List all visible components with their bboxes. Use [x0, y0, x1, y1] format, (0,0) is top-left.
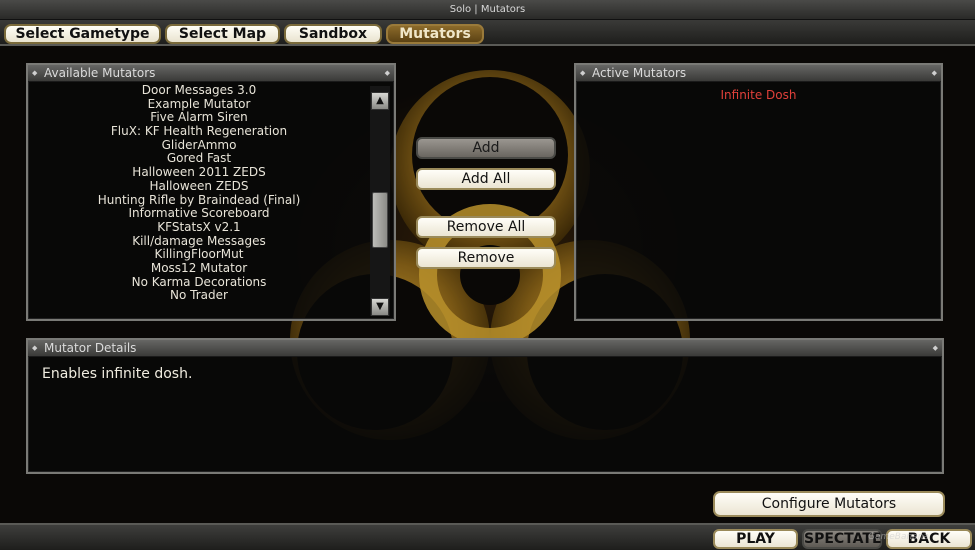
add-button[interactable]: Add: [416, 137, 556, 159]
header-arrow-icon: ◆: [32, 344, 38, 352]
add-all-button[interactable]: Add All: [416, 168, 556, 190]
available-mutator-item[interactable]: GliderAmmo: [30, 138, 368, 153]
play-button[interactable]: PLAY: [713, 529, 798, 549]
available-mutator-item[interactable]: Halloween 2011 ZEDS: [30, 165, 368, 180]
header-arrow-icon: ◆: [384, 69, 390, 77]
tab-sandbox[interactable]: Sandbox: [284, 24, 382, 44]
available-mutator-item[interactable]: KillingFloorMut: [30, 248, 368, 262]
tab-mutators[interactable]: Mutators: [386, 24, 484, 44]
watermark: GameBanana: [868, 532, 929, 542]
tab-select-gametype[interactable]: Select Gametype: [4, 24, 161, 44]
mutator-details-panel: ◆ Mutator Details ◆ Enables infinite dos…: [26, 338, 944, 474]
active-mutator-item[interactable]: Infinite Dosh: [576, 88, 941, 102]
available-mutator-item[interactable]: FluX: KF Health Regeneration: [30, 124, 368, 139]
available-mutators-list[interactable]: Door Messages 3.0 Example Mutator Five Ala…: [30, 84, 368, 302]
available-mutator-item[interactable]: Moss12 Mutator: [30, 261, 368, 276]
available-mutator-item[interactable]: Hunting Rifle by Braindead (Final): [30, 193, 368, 208]
available-mutator-item[interactable]: No Karma Decorations: [30, 275, 368, 290]
available-mutator-item[interactable]: KFStatsX v2.1: [30, 220, 368, 235]
header-arrow-icon: ◆: [580, 69, 586, 77]
scrollbar[interactable]: ▲ ▼: [370, 86, 390, 316]
mutator-details-header: ◆ Mutator Details ◆: [28, 340, 942, 357]
header-arrow-icon: ◆: [931, 69, 937, 77]
available-mutator-item[interactable]: Informative Scoreboard: [30, 206, 368, 221]
available-mutators-title: Available Mutators: [44, 66, 156, 80]
scroll-up-button[interactable]: ▲: [371, 92, 389, 110]
available-mutators-panel: ◆ Available Mutators ◆ Door Messages 3.0…: [26, 63, 396, 321]
configure-mutators-button[interactable]: Configure Mutators: [713, 491, 945, 517]
tab-select-map[interactable]: Select Map: [165, 24, 280, 44]
active-mutators-panel: ◆ Active Mutators ◆ Infinite Dosh: [574, 63, 943, 321]
available-mutator-item[interactable]: Gored Fast: [30, 152, 368, 166]
remove-button[interactable]: Remove: [416, 247, 556, 269]
bottom-bar: PLAY SPECTATE BACK GameBanana: [0, 523, 975, 550]
active-mutators-header: ◆ Active Mutators ◆: [576, 65, 941, 82]
available-mutator-item[interactable]: No Trader: [30, 289, 368, 302]
header-arrow-icon: ◆: [932, 344, 938, 352]
available-mutator-item[interactable]: Five Alarm Siren: [30, 111, 368, 125]
active-mutators-title: Active Mutators: [592, 66, 687, 80]
remove-all-button[interactable]: Remove All: [416, 216, 556, 238]
mutator-details-title: Mutator Details: [44, 341, 137, 355]
tab-strip: Select Gametype Select Map Sandbox Mutat…: [0, 20, 975, 46]
window-title: Solo | Mutators: [0, 0, 975, 20]
available-mutator-item[interactable]: Kill/damage Messages: [30, 234, 368, 249]
mutator-details-text: Enables infinite dosh.: [42, 366, 193, 382]
scroll-down-button[interactable]: ▼: [371, 298, 389, 316]
available-mutators-header: ◆ Available Mutators ◆: [28, 65, 394, 82]
available-mutator-item[interactable]: Door Messages 3.0: [30, 84, 368, 98]
available-mutator-item[interactable]: Example Mutator: [30, 97, 368, 112]
header-arrow-icon: ◆: [32, 69, 38, 77]
available-mutator-item[interactable]: Halloween ZEDS: [30, 179, 368, 194]
scroll-thumb[interactable]: [372, 192, 388, 248]
